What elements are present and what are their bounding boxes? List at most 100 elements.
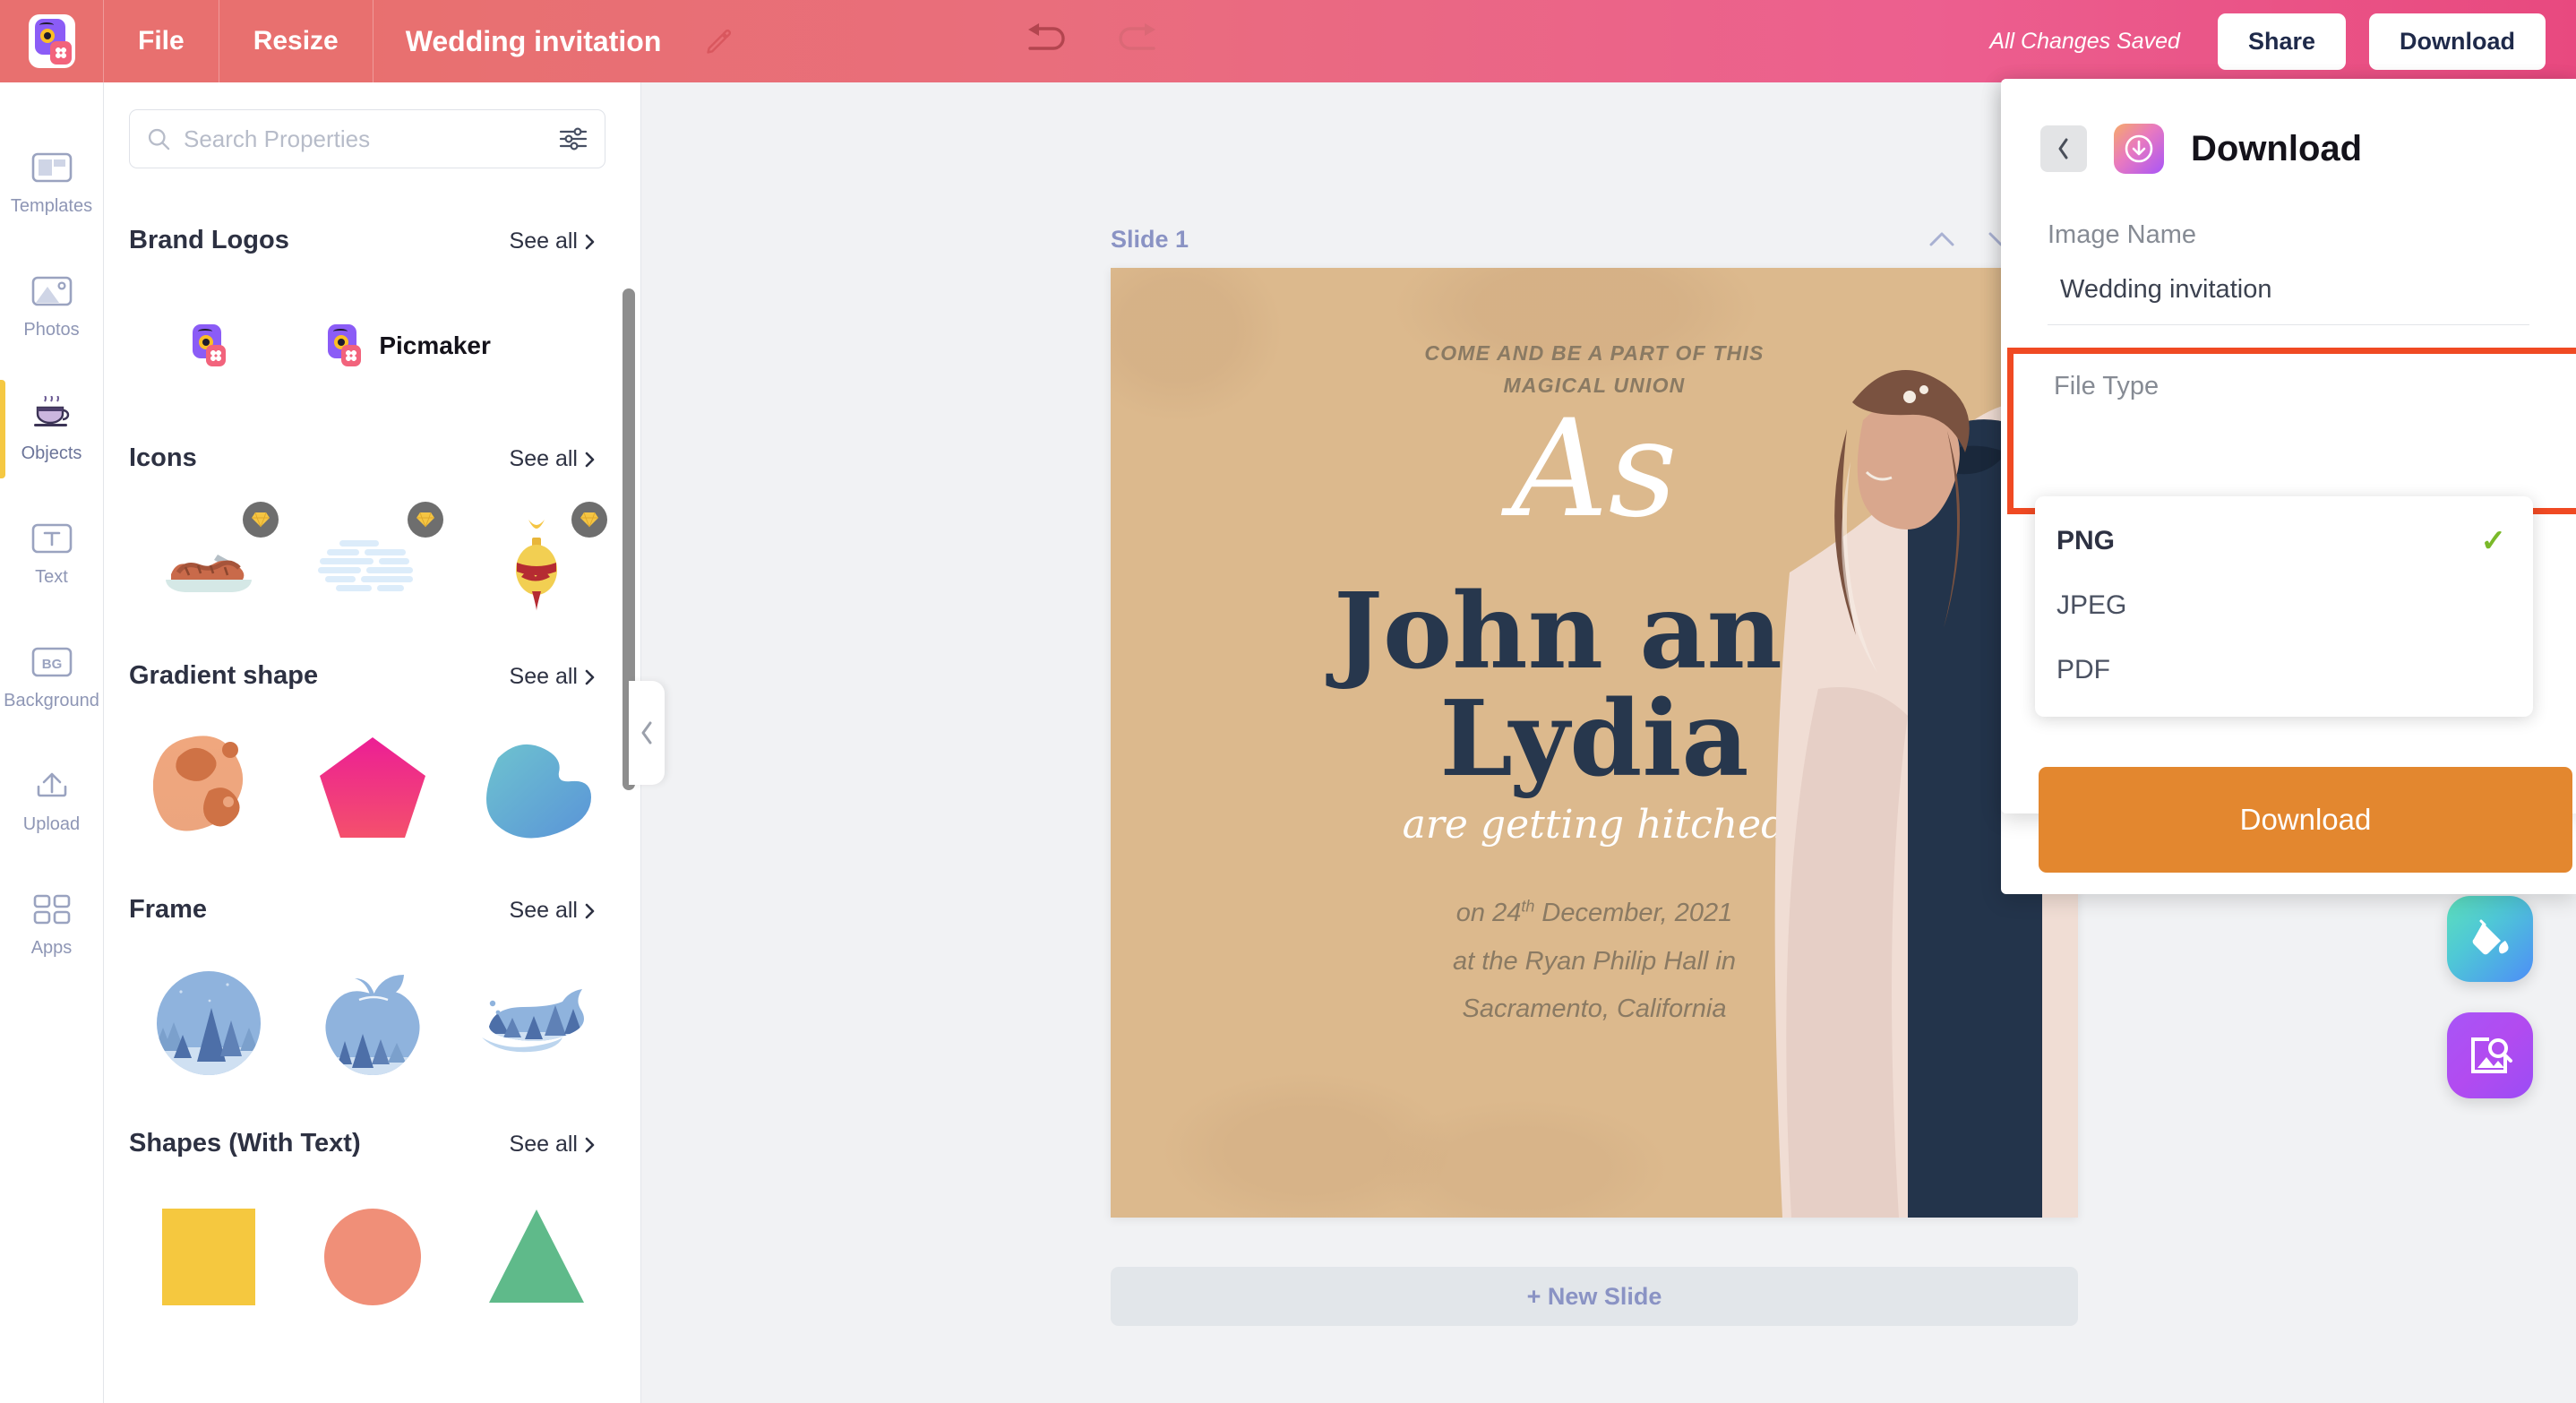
section-header: Icons See all xyxy=(129,443,616,473)
chevron-right-icon xyxy=(585,1137,595,1152)
section-title-icons: Icons xyxy=(129,443,197,472)
new-slide-button[interactable]: + New Slide xyxy=(1111,1267,2078,1326)
cloud-icon xyxy=(317,540,413,591)
see-all-brand-logos[interactable]: See all xyxy=(510,228,597,254)
diamond-icon xyxy=(416,512,434,528)
file-type-option-png[interactable]: PNG ✓ xyxy=(2035,509,2533,573)
search-row xyxy=(104,82,640,168)
rename-document-button[interactable] xyxy=(688,0,751,82)
menu-resize-label: Resize xyxy=(253,26,339,56)
shape-square-yellow[interactable] xyxy=(129,1182,288,1332)
brand-logo-mark[interactable] xyxy=(129,279,288,413)
sausages-icon xyxy=(165,555,252,592)
document-title[interactable]: Wedding invitation xyxy=(374,0,689,82)
download-panel-title: Download xyxy=(2191,128,2363,168)
section-title-frame: Frame xyxy=(129,895,208,924)
see-all-shapes-with-text[interactable]: See all xyxy=(510,1132,597,1158)
section-gradient-shape: Gradient shape See all xyxy=(104,661,640,865)
invitation-canvas[interactable]: COME AND BE A PART OF THIS MAGICAL UNION… xyxy=(1111,268,2078,1218)
move-slide-up-button[interactable] xyxy=(1924,221,1960,257)
file-type-option-jpeg-label: JPEG xyxy=(2057,590,2127,620)
file-type-dropdown: PNG ✓ JPEG PDF xyxy=(2035,496,2533,717)
section-header: Brand Logos See all xyxy=(129,226,616,255)
invitation-date-prefix: on 24 xyxy=(1455,899,1522,927)
objects-cup-icon xyxy=(29,395,75,435)
search-box[interactable] xyxy=(129,109,605,168)
image-search-button[interactable] xyxy=(2447,1012,2533,1098)
section-brand-logos: Brand Logos See all Picmaker xyxy=(104,226,640,413)
frame-circle-forest[interactable] xyxy=(129,948,288,1098)
pentagon-pink-icon xyxy=(319,737,425,838)
top-bar: File Resize Wedding invitation All Chang… xyxy=(0,0,2576,82)
sidebar-item-photos[interactable]: Photos xyxy=(0,244,104,367)
circle-shape-icon xyxy=(323,1209,421,1305)
undo-redo-group xyxy=(1019,15,1164,67)
section-items xyxy=(129,1182,616,1332)
share-button[interactable]: Share xyxy=(2217,13,2346,70)
shape-triangle-green[interactable] xyxy=(458,1182,616,1332)
frame-apple-forest[interactable] xyxy=(293,948,451,1098)
section-title-shapes-with-text: Shapes (With Text) xyxy=(129,1129,361,1158)
sidebar-item-apps[interactable]: Apps xyxy=(0,862,104,986)
brand-logo-wordmark[interactable]: Picmaker xyxy=(293,279,616,413)
see-all-icons[interactable]: See all xyxy=(510,446,597,472)
confirm-download-button[interactable]: Download xyxy=(2039,767,2572,873)
see-all-gradient-shape[interactable]: See all xyxy=(510,664,597,690)
sidebar-item-templates[interactable]: Templates xyxy=(0,120,104,244)
sidebar-item-objects[interactable]: Objects xyxy=(0,367,104,491)
search-input[interactable] xyxy=(184,125,558,153)
see-all-frame[interactable]: See all xyxy=(510,898,597,924)
sidebar-item-background[interactable]: BG Background xyxy=(0,615,104,738)
paint-bucket-icon xyxy=(2472,919,2509,955)
sidebar-item-upload[interactable]: Upload xyxy=(0,738,104,862)
download-back-button[interactable] xyxy=(2040,125,2087,172)
image-name-label: Image Name xyxy=(2048,220,2197,249)
text-icon xyxy=(29,519,75,558)
sidebar-label-upload: Upload xyxy=(22,813,81,834)
frame-whale-icon xyxy=(482,989,585,1053)
background-fill-button[interactable] xyxy=(2447,896,2533,982)
filter-sliders-icon[interactable] xyxy=(558,125,588,152)
image-name-input[interactable] xyxy=(2048,275,2529,325)
slide-label: Slide 1 xyxy=(1111,225,1189,253)
section-header: Gradient shape See all xyxy=(129,661,616,691)
menu-resize[interactable]: Resize xyxy=(219,0,374,82)
collapse-panel-button[interactable] xyxy=(629,681,665,785)
icon-cloud[interactable] xyxy=(293,496,451,631)
undo-button[interactable] xyxy=(1019,15,1071,67)
section-items: Picmaker xyxy=(129,279,616,413)
panel-scroll-region[interactable]: Brand Logos See all Picmaker Icons See a… xyxy=(104,195,640,1403)
redo-button[interactable] xyxy=(1112,15,1164,67)
frame-circle-icon xyxy=(156,971,261,1075)
download-button[interactable]: Download xyxy=(2369,13,2546,70)
section-items xyxy=(129,496,616,631)
file-type-option-jpeg[interactable]: JPEG xyxy=(2035,573,2533,638)
blob-blue-icon xyxy=(486,744,592,839)
save-status: All Changes Saved xyxy=(1989,28,2180,54)
section-header: Shapes (With Text) See all xyxy=(129,1129,616,1158)
floral-decor-bottom-center xyxy=(1379,1101,1666,1218)
svg-text:BG: BG xyxy=(41,657,62,672)
icon-ornament[interactable] xyxy=(458,496,616,631)
shape-circle-salmon[interactable] xyxy=(293,1182,451,1332)
gradient-blob-orange[interactable] xyxy=(129,714,288,865)
sidebar-item-text[interactable]: Text xyxy=(0,491,104,615)
premium-badge xyxy=(407,502,443,538)
file-type-option-pdf[interactable]: PDF xyxy=(2035,638,2533,702)
frame-whale-forest[interactable] xyxy=(458,948,616,1098)
check-icon: ✓ xyxy=(2480,524,2507,558)
app-logo[interactable] xyxy=(0,0,104,82)
see-all-label: See all xyxy=(509,446,578,471)
redo-icon xyxy=(1119,23,1156,50)
gradient-pentagon-pink[interactable] xyxy=(293,714,451,865)
icon-sausages-platter[interactable] xyxy=(129,496,288,631)
photos-icon xyxy=(29,271,75,311)
chevron-right-icon xyxy=(585,452,595,467)
undo-icon xyxy=(1028,23,1065,50)
gradient-blob-blue[interactable] xyxy=(458,714,616,865)
menu-file[interactable]: File xyxy=(104,0,219,82)
chevron-right-icon xyxy=(585,903,595,918)
pencil-icon xyxy=(707,29,732,54)
download-circle-icon xyxy=(2114,124,2164,174)
premium-badge xyxy=(243,502,279,538)
